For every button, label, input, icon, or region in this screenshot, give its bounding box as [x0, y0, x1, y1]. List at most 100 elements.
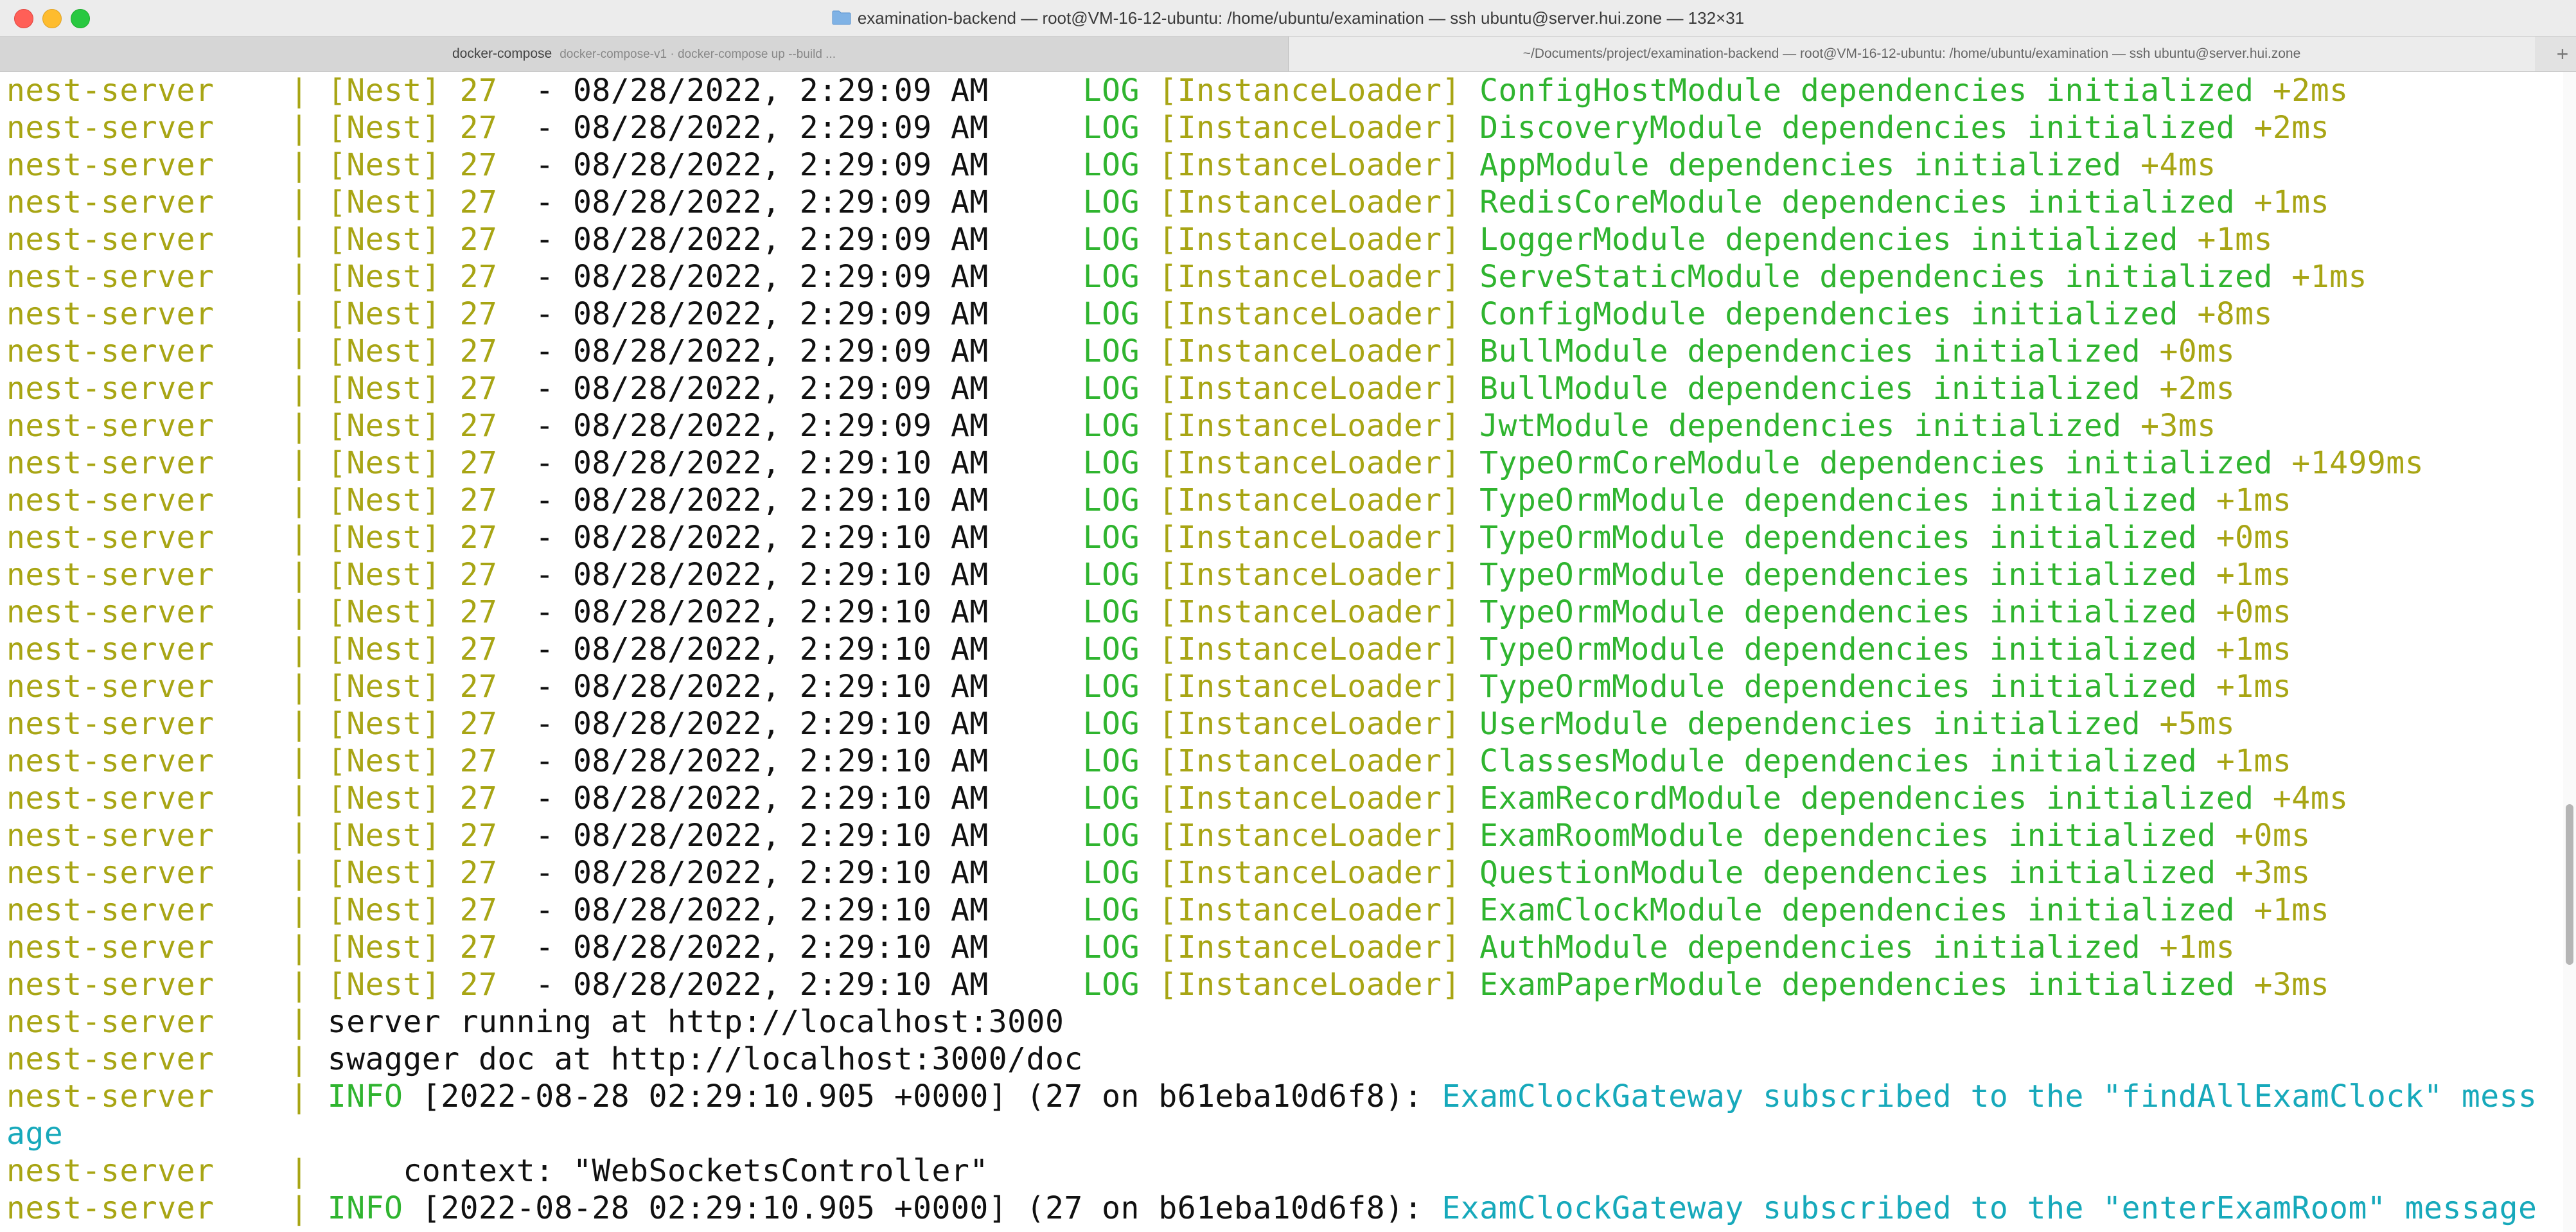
log-app: [Nest]: [327, 967, 441, 1003]
log-delta: +2ms: [2159, 371, 2236, 407]
log-message: QuestionModule dependencies initialized: [1479, 855, 2216, 891]
log-line: nest-server | [Nest] 27 - 08/28/2022, 2:…: [0, 594, 2563, 631]
log-line: nest-server | [Nest] 27 - 08/28/2022, 2:…: [0, 631, 2563, 668]
tab-bar: docker-compose docker-compose-v1 · docker…: [0, 37, 2576, 72]
terminal-output[interactable]: nest-server | [Nest] 27 - 08/28/2022, 2:…: [0, 72, 2563, 1232]
log-pid: 27: [459, 818, 498, 854]
terminal-line: nest-server | server running at http://l…: [0, 1003, 2563, 1041]
log-level: LOG: [1082, 818, 1140, 854]
log-context: [InstanceLoader]: [1158, 408, 1461, 444]
log-pid: 27: [459, 73, 498, 109]
log-context: [InstanceLoader]: [1158, 147, 1461, 183]
log-dash: -: [535, 631, 554, 667]
container-name: nest-server: [6, 1190, 215, 1226]
log-delta: +1ms: [2216, 743, 2292, 779]
log-app: [Nest]: [327, 147, 441, 183]
log-context: [InstanceLoader]: [1158, 73, 1461, 109]
log-level: LOG: [1082, 222, 1140, 258]
log-message: ExamRoomModule dependencies initialized: [1479, 818, 2216, 854]
container-name: nest-server: [6, 1041, 215, 1077]
log-context: [InstanceLoader]: [1158, 445, 1461, 481]
container-name: nest-server: [6, 482, 215, 518]
new-tab-button[interactable]: +: [2549, 37, 2576, 71]
log-level: LOG: [1082, 296, 1140, 332]
log-dash: -: [535, 147, 554, 183]
log-line: nest-server | [Nest] 27 - 08/28/2022, 2:…: [0, 705, 2563, 743]
log-line: nest-server | [Nest] 27 - 08/28/2022, 2:…: [0, 556, 2563, 594]
terminal-scrollbar[interactable]: [2563, 72, 2576, 1232]
log-pid: 27: [459, 110, 498, 146]
log-context: [InstanceLoader]: [1158, 743, 1461, 779]
log-dash: -: [535, 520, 554, 556]
log-timestamp: 08/28/2022, 2:29:10 AM: [573, 706, 989, 742]
log-timestamp: 08/28/2022, 2:29:10 AM: [573, 482, 989, 518]
log-timestamp: 08/28/2022, 2:29:10 AM: [573, 855, 989, 891]
log-message: AppModule dependencies initialized: [1479, 147, 2122, 183]
log-context: [InstanceLoader]: [1158, 482, 1461, 518]
log-timestamp: 08/28/2022, 2:29:10 AM: [573, 594, 989, 630]
title-bar: examination-backend — root@VM-16-12-ubun…: [0, 0, 2576, 37]
log-line: nest-server | [Nest] 27 - 08/28/2022, 2:…: [0, 482, 2563, 519]
log-dash: -: [535, 184, 554, 220]
tab-docker-compose[interactable]: docker-compose docker-compose-v1 · docker…: [0, 37, 1289, 71]
log-context: [InstanceLoader]: [1158, 184, 1461, 220]
container-name: nest-server: [6, 110, 215, 146]
separator: |: [289, 147, 309, 183]
log-context: [InstanceLoader]: [1158, 892, 1461, 928]
separator: |: [289, 1153, 309, 1189]
separator: |: [289, 296, 309, 332]
log-timestamp: 08/28/2022, 2:29:10 AM: [573, 631, 989, 667]
log-dash: -: [535, 780, 554, 816]
scrollbar-thumb[interactable]: [2566, 804, 2573, 965]
separator: |: [289, 445, 309, 481]
container-name: nest-server: [6, 1004, 215, 1040]
log-app: [Nest]: [327, 743, 441, 779]
log-message: ConfigModule dependencies initialized: [1479, 296, 2178, 332]
log-context: [InstanceLoader]: [1158, 259, 1461, 295]
log-message: LoggerModule dependencies initialized: [1479, 222, 2178, 258]
log-dash: -: [535, 706, 554, 742]
log-timestamp: 08/28/2022, 2:29:09 AM: [573, 73, 989, 109]
log-context: [InstanceLoader]: [1158, 333, 1461, 369]
log-app: [Nest]: [327, 631, 441, 667]
log-dash: -: [535, 333, 554, 369]
log-pid: 27: [459, 594, 498, 630]
container-name: nest-server: [6, 184, 215, 220]
info-meta: [2022-08-28 02:29:10.905 +0000] (27 on b…: [421, 1190, 1423, 1226]
tab-label: docker-compose: [452, 46, 552, 61]
log-dash: -: [535, 222, 554, 258]
tab-subtitle: docker-compose-v1 · docker-compose up --…: [560, 48, 836, 61]
log-dash: -: [535, 482, 554, 518]
log-pid: 27: [459, 743, 498, 779]
log-delta: +5ms: [2159, 706, 2236, 742]
log-level: LOG: [1082, 967, 1140, 1003]
log-app: [Nest]: [327, 259, 441, 295]
separator: |: [289, 743, 309, 779]
log-dash: -: [535, 892, 554, 928]
log-pid: 27: [459, 780, 498, 816]
log-context: [InstanceLoader]: [1158, 818, 1461, 854]
log-message: JwtModule dependencies initialized: [1479, 408, 2122, 444]
plain-output: server running at http://localhost:3000: [327, 1004, 1064, 1040]
container-name: nest-server: [6, 557, 215, 593]
log-context: [InstanceLoader]: [1158, 296, 1461, 332]
log-delta: +1ms: [2291, 259, 2367, 295]
log-dash: -: [535, 669, 554, 705]
container-name: nest-server: [6, 706, 215, 742]
log-delta: +2ms: [2254, 110, 2330, 146]
log-message: TypeOrmModule dependencies initialized: [1479, 520, 2198, 556]
log-message: ExamPaperModule dependencies initialized: [1479, 967, 2236, 1003]
log-line: nest-server | [Nest] 27 - 08/28/2022, 2:…: [0, 929, 2563, 966]
log-context: [InstanceLoader]: [1158, 520, 1461, 556]
terminal-line: age: [0, 1115, 2563, 1152]
tab-ssh-session[interactable]: ~/Documents/project/examination-backend …: [1289, 37, 2535, 71]
log-message: BullModule dependencies initialized: [1479, 333, 2141, 369]
separator: |: [289, 631, 309, 667]
log-dash: -: [535, 967, 554, 1003]
context-output: context: "WebSocketsController": [327, 1153, 989, 1189]
log-timestamp: 08/28/2022, 2:29:10 AM: [573, 743, 989, 779]
separator: |: [289, 855, 309, 891]
tab-label: ~/Documents/project/examination-backend …: [1522, 46, 2301, 61]
separator: |: [289, 259, 309, 295]
log-app: [Nest]: [327, 818, 441, 854]
